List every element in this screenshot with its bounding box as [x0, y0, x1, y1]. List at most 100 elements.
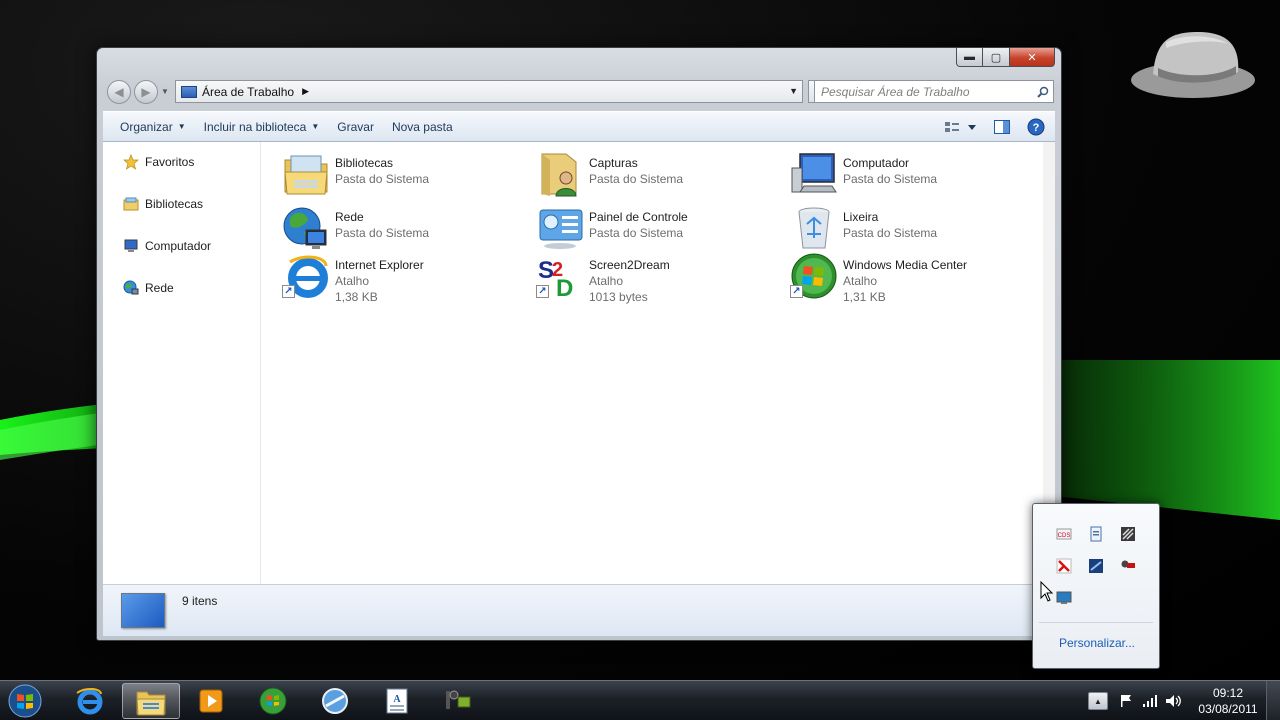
search-input[interactable] — [821, 84, 1033, 99]
view-options-icon — [945, 122, 976, 132]
address-dropdown-icon[interactable]: ▼ — [789, 86, 798, 96]
forward-button[interactable]: ▶ — [134, 80, 158, 104]
back-button[interactable]: ◀ — [107, 80, 131, 104]
search-box[interactable] — [814, 80, 1054, 103]
volume-icon[interactable] — [1164, 691, 1184, 711]
chevron-up-icon: ▲ — [1094, 696, 1102, 706]
search-icon[interactable] — [1033, 86, 1053, 98]
recycle-bin-icon — [790, 204, 838, 252]
taskbar-browser-globe[interactable] — [306, 683, 364, 719]
nav-item-computer[interactable]: Computador — [123, 238, 211, 254]
window-controls: ▬ ▢ ✕ — [956, 48, 1055, 67]
clock[interactable]: 09:12 03/08/2011 — [1190, 685, 1266, 717]
caret-down-icon: ▼ — [311, 122, 320, 131]
hat-logo-icon — [1131, 32, 1255, 98]
globe-icon — [322, 688, 348, 714]
file-name: Rede — [335, 210, 364, 224]
start-button[interactable] — [5, 682, 45, 720]
burn-button[interactable]: Gravar — [328, 115, 383, 138]
new-folder-button[interactable]: Nova pasta — [383, 115, 462, 138]
film-tray-icon[interactable] — [1088, 558, 1104, 574]
nav-item-label: Bibliotecas — [145, 197, 204, 211]
file-item-screen2dream[interactable]: S2D ↗ Screen2Dream Atalho 1013 bytes — [536, 252, 786, 312]
file-type: Atalho — [843, 274, 878, 288]
internet-explorer-icon — [76, 688, 103, 715]
file-name: Painel de Controle — [589, 210, 688, 224]
file-type: Atalho — [335, 274, 370, 288]
taskbar-wordpad[interactable]: A — [368, 683, 426, 719]
mouse-cursor-icon — [1040, 581, 1054, 602]
preview-pane-icon — [994, 120, 1010, 134]
clock-time: 09:12 — [1212, 686, 1244, 700]
taskbar-media-player[interactable] — [182, 683, 240, 719]
file-name: Computador — [843, 156, 910, 170]
include-library-button[interactable]: Incluir na biblioteca ▼ — [195, 115, 329, 138]
caret-down-icon: ▼ — [177, 122, 186, 131]
shortcut-arrow-icon: ↗ — [790, 285, 803, 298]
document-icon: A — [386, 688, 408, 714]
file-name: Windows Media Center — [843, 258, 968, 272]
navigation-pane: Favoritos Bibliotecas Computador Rede — [103, 142, 261, 584]
minimize-button[interactable]: ▬ — [956, 48, 983, 67]
file-name: Bibliotecas — [335, 156, 394, 170]
nav-item-favorites[interactable]: Favoritos — [123, 154, 194, 170]
show-hidden-icons-button[interactable]: ▲ — [1088, 692, 1108, 710]
file-item-windows-media-center[interactable]: ↗ Windows Media Center Atalho 1,31 KB — [790, 252, 1040, 312]
libraries-folder-icon — [282, 150, 330, 198]
address-path[interactable]: Área de Trabalho — [202, 85, 294, 99]
media-player-icon — [199, 689, 223, 713]
nav-item-network[interactable]: Rede — [123, 280, 174, 296]
document-tray-icon[interactable] — [1088, 526, 1104, 542]
divider — [1039, 622, 1153, 623]
taskbar-recorder[interactable] — [430, 683, 488, 719]
network-icon — [123, 280, 139, 296]
red-arrow-tray-icon[interactable] — [1056, 558, 1072, 574]
monitor-tray-icon[interactable] — [1056, 590, 1072, 606]
network-signal-icon[interactable] — [1140, 691, 1160, 711]
close-button[interactable]: ✕ — [1010, 48, 1055, 67]
organize-button[interactable]: Organizar ▼ — [111, 115, 195, 138]
file-name: Capturas — [589, 156, 638, 170]
file-item-internet-explorer[interactable]: ↗ Internet Explorer Atalho 1,38 KB — [282, 252, 532, 312]
screen2dream-icon: S2D ↗ — [536, 252, 584, 302]
show-desktop-button[interactable] — [1266, 681, 1280, 720]
nav-item-label: Rede — [145, 281, 174, 295]
taskbar-internet-explorer[interactable] — [60, 683, 118, 719]
help-icon: ? — [1027, 118, 1045, 136]
computer-icon — [790, 150, 838, 198]
internet-explorer-icon: ↗ — [282, 252, 330, 300]
key-tray-icon[interactable] — [1120, 558, 1136, 574]
taskbar-media-center[interactable] — [244, 683, 302, 719]
file-item-bibliotecas[interactable]: Bibliotecas Pasta do Sistema — [282, 150, 532, 202]
recent-pages-dropdown[interactable]: ▼ — [161, 87, 169, 96]
libraries-icon — [123, 196, 139, 212]
arrow-right-icon: ▶ — [141, 85, 151, 99]
windows-media-center-icon: ↗ — [790, 252, 838, 300]
file-item-painel-de-controle[interactable]: Painel de Controle Pasta do Sistema — [536, 204, 786, 256]
file-size: 1013 bytes — [589, 290, 648, 304]
customize-link[interactable]: Personalizar... — [1033, 636, 1161, 650]
file-type: Atalho — [589, 274, 624, 288]
windows-start-orb-icon — [8, 684, 42, 718]
cds-tray-icon[interactable]: CDS — [1056, 526, 1072, 542]
nav-item-libraries[interactable]: Bibliotecas — [123, 196, 203, 212]
file-name: Lixeira — [843, 210, 879, 224]
file-item-lixeira[interactable]: Lixeira Pasta do Sistema — [790, 204, 1040, 256]
explorer-window[interactable]: ▬ ▢ ✕ ◀ ▶ ▼ Área de Trabalho ▶ ▼ ⇆ Organ… — [96, 47, 1062, 641]
maximize-button[interactable]: ▢ — [983, 48, 1010, 67]
address-bar[interactable]: Área de Trabalho ▶ ▼ — [175, 80, 803, 103]
chevron-right-icon[interactable]: ▶ — [302, 86, 309, 97]
help-button[interactable]: ? — [1023, 116, 1049, 138]
file-item-rede[interactable]: Rede Pasta do Sistema — [282, 204, 532, 256]
desktop-icon — [181, 85, 197, 98]
taskbar-windows-explorer[interactable] — [122, 683, 180, 719]
signal-bars-tray-icon[interactable] — [1120, 526, 1136, 542]
action-center-flag-icon[interactable] — [1116, 691, 1136, 711]
clock-date: 03/08/2011 — [1198, 702, 1258, 716]
command-bar: Organizar ▼ Incluir na biblioteca ▼ Gravar… — [103, 111, 1055, 142]
file-name: Screen2Dream — [589, 258, 670, 272]
change-view-button[interactable] — [941, 116, 981, 138]
file-item-computador[interactable]: Computador Pasta do Sistema — [790, 150, 1040, 202]
preview-pane-button[interactable] — [989, 116, 1015, 138]
file-item-capturas[interactable]: Capturas Pasta do Sistema — [536, 150, 786, 202]
